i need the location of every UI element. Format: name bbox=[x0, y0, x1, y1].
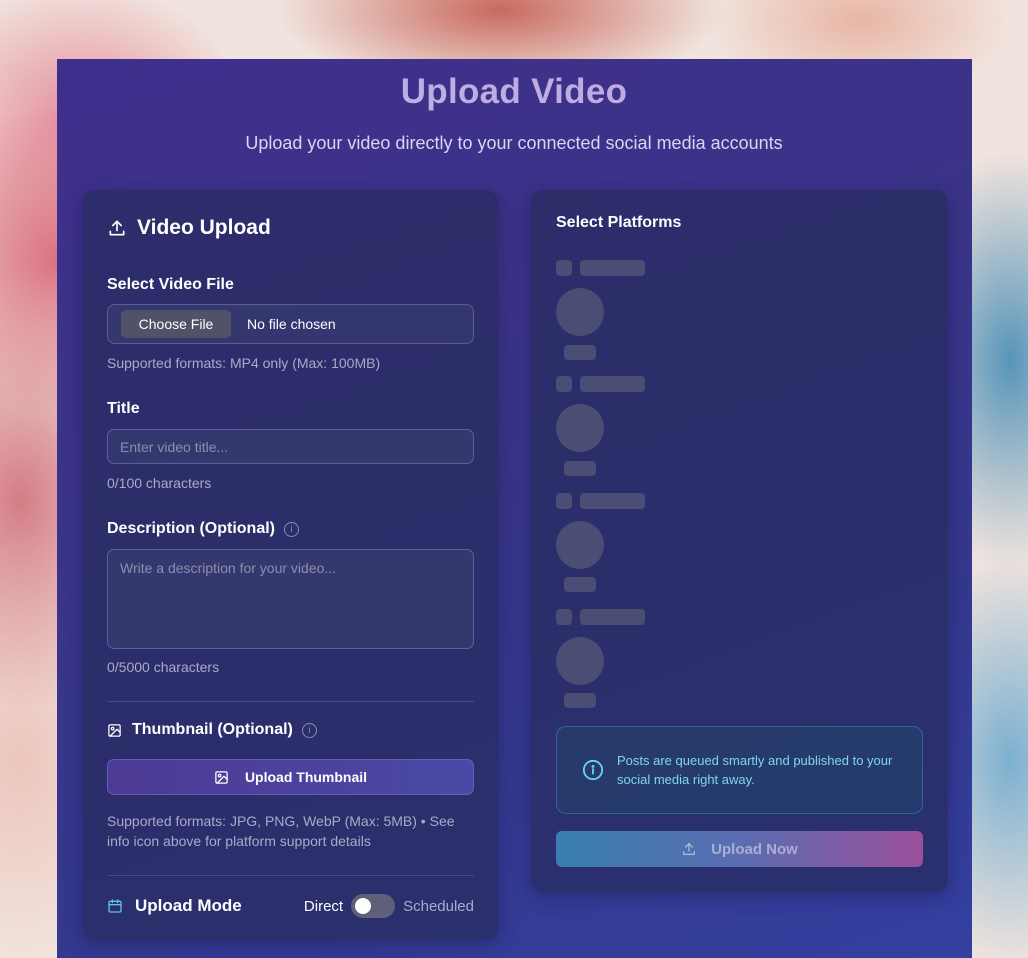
platforms-card: Select Platforms Posts are queued smartl… bbox=[531, 190, 948, 892]
queue-notice: Posts are queued smartly and published t… bbox=[556, 726, 923, 814]
mode-switch-group: Direct Scheduled bbox=[304, 894, 474, 918]
skeleton-caption bbox=[564, 461, 596, 476]
divider bbox=[107, 875, 474, 876]
upload-mode-label: Upload Mode bbox=[107, 896, 242, 916]
thumbnail-format-hint: Supported formats: JPG, PNG, WebP (Max: … bbox=[107, 813, 455, 849]
video-file-input[interactable]: Choose File No file chosen bbox=[107, 304, 474, 344]
skeleton-avatar bbox=[556, 404, 604, 452]
upload-thumbnail-button[interactable]: Upload Thumbnail bbox=[107, 759, 474, 795]
thumbnail-label: Thumbnail (Optional) i bbox=[107, 721, 317, 739]
skeleton-checkbox bbox=[556, 493, 572, 509]
page-title: Upload Video bbox=[0, 72, 1028, 112]
skeleton-checkbox bbox=[556, 260, 572, 276]
choose-file-button[interactable]: Choose File bbox=[121, 310, 231, 338]
title-counter: 0/100 characters bbox=[107, 475, 212, 491]
mode-scheduled-label: Scheduled bbox=[403, 897, 474, 915]
toggle-knob bbox=[355, 898, 372, 914]
upload-mode-toggle[interactable] bbox=[351, 894, 396, 918]
image-icon bbox=[108, 723, 121, 737]
description-label: Description (Optional) i bbox=[107, 520, 299, 538]
skeleton-avatar bbox=[556, 521, 604, 569]
upload-icon bbox=[683, 843, 696, 855]
title-input[interactable]: Enter video title... bbox=[107, 429, 474, 464]
video-upload-card: Video Upload Select Video File Choose Fi… bbox=[83, 190, 498, 940]
upload-now-label: Upload Now bbox=[711, 840, 798, 858]
skeleton-label bbox=[580, 376, 645, 392]
video-upload-heading: Video Upload bbox=[107, 216, 271, 240]
select-video-file-label: Select Video File bbox=[107, 276, 234, 293]
skeleton-checkbox bbox=[556, 376, 572, 392]
page-subtitle: Upload your video directly to your conne… bbox=[245, 133, 783, 153]
divider bbox=[107, 701, 474, 702]
queue-notice-text: Posts are queued smartly and published t… bbox=[617, 753, 893, 787]
mode-direct-label: Direct bbox=[303, 897, 344, 915]
upload-mode-row: Upload Mode Direct Scheduled bbox=[107, 894, 474, 918]
video-upload-heading-text: Video Upload bbox=[137, 216, 271, 239]
skeleton-label bbox=[580, 260, 645, 276]
skeleton-avatar bbox=[556, 288, 604, 336]
skeleton-caption bbox=[564, 345, 596, 360]
skeleton-label bbox=[580, 493, 645, 509]
info-icon[interactable]: i bbox=[284, 521, 299, 537]
skeleton-checkbox bbox=[556, 609, 572, 625]
title-label: Title bbox=[107, 400, 140, 417]
image-icon bbox=[215, 770, 228, 784]
skeleton-caption bbox=[564, 577, 596, 592]
file-status: No file chosen bbox=[247, 316, 336, 332]
description-counter: 0/5000 characters bbox=[107, 659, 220, 675]
upload-icon bbox=[109, 220, 125, 236]
skeleton-avatar bbox=[556, 637, 604, 685]
thumbnail-label-text: Thumbnail (Optional) bbox=[132, 721, 293, 738]
description-label-text: Description (Optional) bbox=[107, 520, 275, 537]
calendar-icon bbox=[108, 899, 122, 913]
upload-mode-text: Upload Mode bbox=[135, 896, 242, 915]
info-circle-icon bbox=[582, 759, 604, 781]
info-icon[interactable]: i bbox=[301, 722, 317, 738]
description-textarea[interactable]: Write a description for your video... bbox=[107, 549, 474, 649]
skeleton-caption bbox=[564, 693, 596, 708]
video-format-hint: Supported formats: MP4 only (Max: 100MB) bbox=[107, 355, 381, 371]
upload-thumbnail-label: Upload Thumbnail bbox=[244, 769, 368, 785]
select-platforms-heading: Select Platforms bbox=[556, 214, 682, 231]
skeleton-label bbox=[580, 609, 645, 625]
upload-now-button[interactable]: Upload Now bbox=[556, 831, 923, 867]
